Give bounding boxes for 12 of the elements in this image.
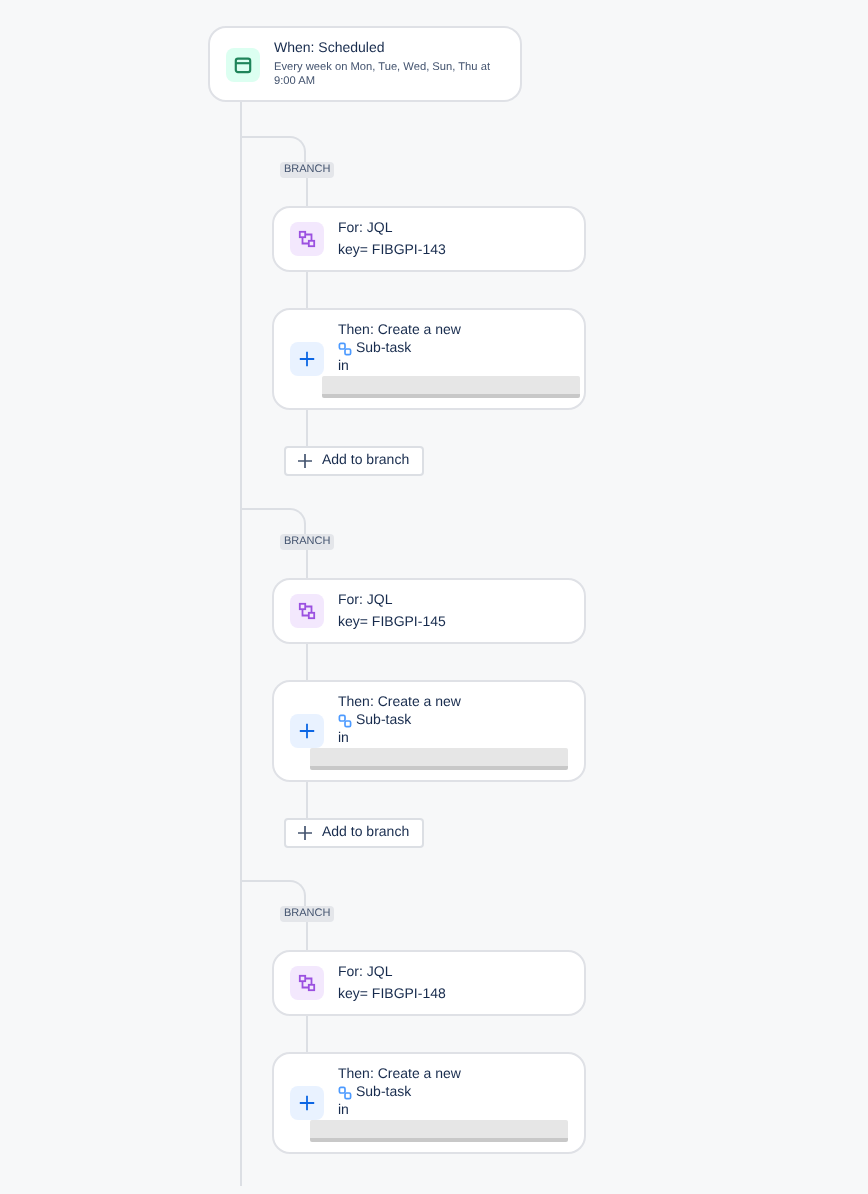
branch-icon [290, 966, 324, 1000]
branch-icon [290, 594, 324, 628]
plus-icon [290, 1086, 324, 1120]
subtask-icon [338, 713, 352, 727]
calendar-icon [226, 47, 260, 81]
plus-icon [290, 714, 324, 748]
plus-icon [298, 454, 312, 468]
branch-icon [290, 222, 324, 256]
plus-icon [298, 826, 312, 840]
subtask-icon [338, 341, 352, 355]
plus-icon [290, 342, 324, 376]
subtask-icon [338, 1085, 352, 1099]
